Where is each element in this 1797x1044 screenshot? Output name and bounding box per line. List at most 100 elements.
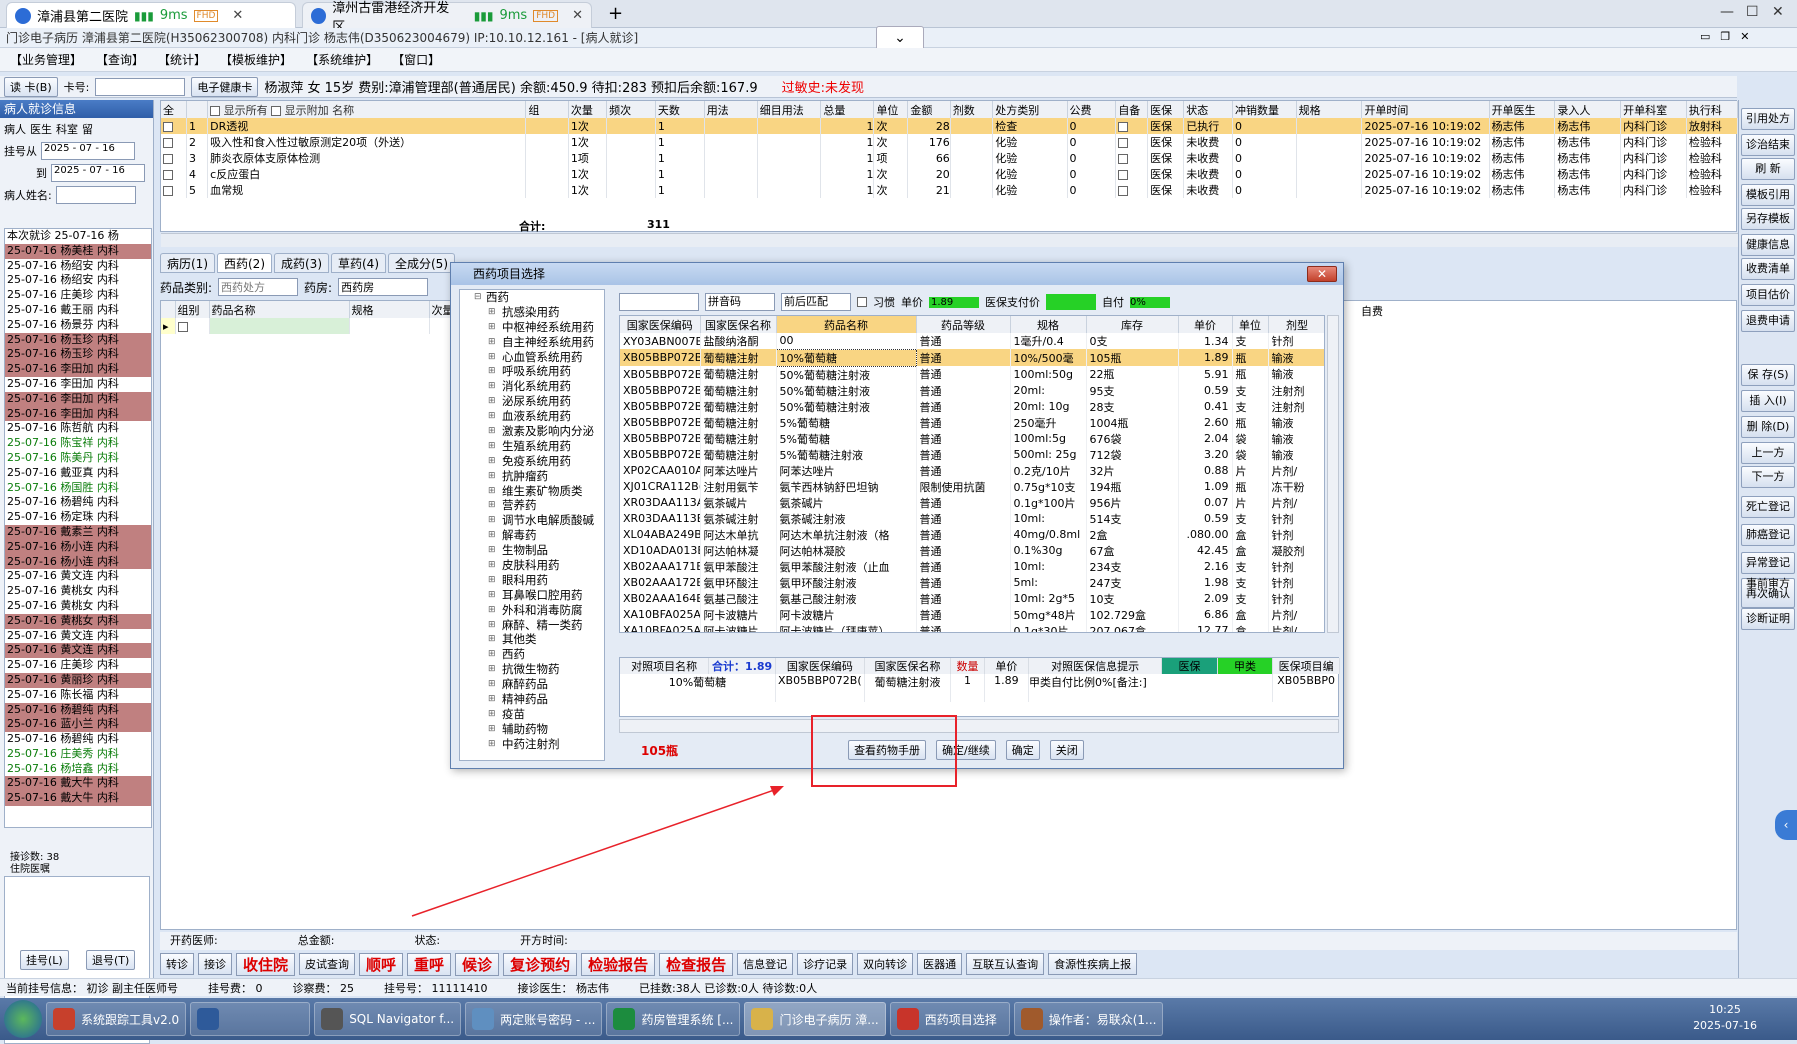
list-item[interactable]: 25-07-16 杨小连 内科 bbox=[5, 554, 151, 570]
tab-record[interactable]: 全成分(5) bbox=[388, 253, 455, 273]
drug-row[interactable]: XP02CAA010A(阿苯达唑片 阿苯达唑片 普通 0.2克/10片 32片 0.88 片… bbox=[620, 462, 1324, 479]
bottom-action-button[interactable]: 双向转诊 bbox=[857, 953, 914, 975]
horizontal-scrollbar[interactable] bbox=[161, 233, 1738, 247]
tree-node[interactable]: 中枢神经系统用药 bbox=[460, 320, 604, 335]
tree-node[interactable]: 免疫系统用药 bbox=[460, 454, 604, 469]
list-item[interactable]: 25-07-16 戴素兰 内科 bbox=[5, 524, 151, 540]
taskbar-item[interactable]: 系统跟踪工具v2.0 bbox=[46, 1002, 187, 1036]
drug-row[interactable]: XB05BBP072B(葡萄糖注射 5%葡萄糖 普通 100ml:5g 676袋 2.04… bbox=[620, 430, 1324, 447]
detail-qty[interactable]: 1 bbox=[950, 674, 985, 702]
unregister-button[interactable]: 退号(T) bbox=[86, 950, 136, 970]
table-row[interactable]: 5 血常规 1次 1 1 次 21 化验 0 医保 未收费 0 2025-07-16 10:19:02 杨… bbox=[161, 182, 1739, 198]
list-item[interactable]: 25-07-16 戴大牛 内科 bbox=[5, 776, 151, 792]
tree-node[interactable]: 疫苗 bbox=[460, 707, 604, 722]
browser-tab-1[interactable]: 漳浦县第二医院 ▮▮▮ 9ms FHD ✕ bbox=[6, 2, 296, 28]
bottom-action-button[interactable]: 候诊 bbox=[455, 952, 500, 976]
radio-keep[interactable]: 留 bbox=[82, 121, 93, 137]
list-item[interactable]: 25-07-16 杨美桂 内科 bbox=[5, 243, 151, 259]
drug-row[interactable]: XA10BFA025A(阿卡波糖片 阿卡波糖片（拜唐苹） 普通 0.1g*30片 207… bbox=[620, 622, 1324, 632]
bottom-action-button[interactable]: 重呼 bbox=[407, 952, 452, 976]
tree-node[interactable]: 精神药品 bbox=[460, 692, 604, 707]
tree-node[interactable]: 生殖系统用药 bbox=[460, 439, 604, 454]
list-item[interactable]: 25-07-16 李田加 内科 bbox=[5, 377, 151, 392]
card-input[interactable] bbox=[95, 77, 186, 96]
visit-list[interactable]: 本次就诊 25-07-16 杨 25-07-16 杨美桂 内科 25-07-16 杨… bbox=[4, 228, 152, 828]
list-item[interactable]: 25-07-16 陈宝祥 内科 bbox=[5, 436, 151, 451]
sidebar-action-button[interactable]: 上一方 bbox=[1741, 442, 1795, 464]
row-checkbox[interactable] bbox=[161, 134, 187, 150]
sidebar-action-button[interactable]: 异常登记 bbox=[1741, 552, 1795, 574]
sidebar-action-button[interactable]: 肺癌登记 bbox=[1741, 524, 1795, 546]
tree-node[interactable]: 皮肤科用药 bbox=[460, 558, 604, 573]
close-button[interactable]: 关闭 bbox=[1049, 740, 1084, 760]
list-item[interactable]: 25-07-16 杨碧纯 内科 bbox=[5, 732, 151, 747]
list-item[interactable]: 25-07-16 杨绍安 内科 bbox=[5, 273, 151, 288]
sidebar-action-button[interactable]: 项目估价 bbox=[1741, 284, 1795, 306]
list-item[interactable]: 25-07-16 黄桃女 内科 bbox=[5, 599, 151, 614]
tree-node[interactable]: 麻醉、精一类药 bbox=[460, 618, 604, 633]
list-item[interactable]: 25-07-16 杨小连 内科 bbox=[5, 539, 151, 555]
minimize-icon[interactable]: — bbox=[1720, 4, 1734, 20]
table-row[interactable]: 3 肺炎衣原体支原体检测 1项 1 1 项 66 化验 0 医保 未收费 0 2025-07-16 10… bbox=[161, 150, 1739, 166]
sidebar-action-button[interactable]: 健康信息 bbox=[1741, 234, 1795, 256]
list-item[interactable]: 25-07-16 黄桃女 内科 bbox=[5, 584, 151, 599]
sidebar-action-button[interactable]: 保 存(S) bbox=[1741, 364, 1795, 386]
drug-row[interactable]: XY03ABN007B(盐酸纳洛酮 00 普通 1毫升/0.4 0支 1.34 支针剂 bbox=[620, 333, 1324, 349]
list-item[interactable]: 25-07-16 戴亚真 内科 bbox=[5, 466, 151, 481]
bottom-action-button[interactable]: 诊疗记录 bbox=[797, 953, 854, 975]
row-checkbox[interactable] bbox=[161, 150, 187, 166]
radio-doctor[interactable]: 医生 bbox=[30, 121, 52, 137]
maximize-icon[interactable]: ☐ bbox=[1746, 4, 1759, 20]
tree-node[interactable]: 消化系统用药 bbox=[460, 379, 604, 394]
bottom-action-button[interactable]: 医器通 bbox=[917, 953, 963, 975]
list-item[interactable]: 25-07-16 黄文连 内科 bbox=[5, 569, 151, 584]
drug-column-header[interactable]: 单位 bbox=[1232, 316, 1269, 333]
row-checkbox[interactable] bbox=[161, 182, 187, 198]
list-item[interactable]: 本次就诊 25-07-16 杨 bbox=[5, 229, 151, 244]
close-tab-icon[interactable]: ✕ bbox=[232, 8, 243, 23]
drug-category-select[interactable]: 西药处方 bbox=[218, 278, 299, 296]
browser-tab-2[interactable]: 漳州古雷港经济开发区... ▮▮▮ 9ms FHD ✕ bbox=[302, 1, 592, 35]
table-row[interactable]: 2 吸入性和食入性过敏原测定20项（外送） 1次 1 1 次 176 化验 0 医保 未收费 0 202… bbox=[161, 134, 1739, 150]
bottom-action-button[interactable]: 转诊 bbox=[160, 953, 194, 975]
ehealth-card-button[interactable]: 电子健康卡 bbox=[191, 76, 259, 97]
tree-node[interactable]: 呼吸系统用药 bbox=[460, 364, 604, 379]
drug-column-header[interactable]: 药品名称 bbox=[776, 316, 917, 333]
patient-name-input[interactable] bbox=[55, 186, 136, 204]
list-item[interactable]: 25-07-16 陈长福 内科 bbox=[5, 688, 151, 703]
drug-row[interactable]: XB05BBP072B(葡萄糖注射 50%葡萄糖注射液 普通 100ml:50g 22瓶… bbox=[620, 366, 1324, 383]
drug-column-header[interactable]: 规格 bbox=[1010, 316, 1087, 333]
sidebar-action-button[interactable]: 刷 新 bbox=[1741, 158, 1795, 180]
tree-root[interactable]: 西药 bbox=[460, 290, 604, 305]
drug-row[interactable]: XA10BFA025A(阿卡波糖片 阿卡波糖片 普通 50mg*48片 102.729盒… bbox=[620, 606, 1324, 623]
new-tab-icon[interactable]: + bbox=[608, 3, 623, 24]
bottom-action-button[interactable]: 收住院 bbox=[236, 952, 296, 976]
chevron-left-icon[interactable]: ‹ bbox=[1775, 810, 1797, 840]
tree-node[interactable]: 外科和消毒防腐 bbox=[460, 603, 604, 618]
bottom-action-button[interactable]: 互联互认查询 bbox=[966, 953, 1045, 975]
list-item[interactable]: 25-07-16 杨玉珍 内科 bbox=[5, 347, 151, 363]
tree-node[interactable]: 泌尿系统用药 bbox=[460, 394, 604, 409]
drug-row[interactable]: XB05BBP072B(葡萄糖注射 50%葡萄糖注射液 普通 20ml: 10g 28支… bbox=[620, 398, 1324, 415]
drug-row[interactable]: XB05BBP072B(葡萄糖注射 5%葡萄糖注射液 普通 500ml: 25g 712… bbox=[620, 446, 1324, 463]
taskbar-item[interactable]: 药房管理系统 [... bbox=[606, 1002, 741, 1036]
dialog-horizontal-scrollbar[interactable] bbox=[619, 719, 1339, 733]
drug-column-header[interactable]: 国家医保编码 bbox=[620, 316, 701, 333]
tree-node[interactable]: 耳鼻喉口腔用药 bbox=[460, 588, 604, 603]
drug-row[interactable]: XB02AAA171B(氨甲苯酸注 氨甲苯酸注射液（止血 普通 10ml: 234支 2.… bbox=[620, 558, 1324, 575]
menu-template[interactable]: 【模板维护】 bbox=[220, 51, 292, 68]
app-close-icon[interactable]: ✕ bbox=[1740, 30, 1749, 43]
reg-to-date[interactable]: 2025 - 07 - 16 bbox=[51, 164, 145, 182]
bottom-action-button[interactable]: 检查报告 bbox=[659, 952, 734, 976]
app-restore-icon[interactable]: ❐ bbox=[1720, 30, 1730, 43]
tab-record[interactable]: 草药(4) bbox=[331, 253, 386, 273]
tree-node[interactable]: 抗肿瘤药 bbox=[460, 469, 604, 484]
drug-row[interactable]: XR03DAA113A(氨茶碱片氨茶碱片普通0.1g*100片956片0.07片… bbox=[620, 494, 1324, 511]
drug-column-header[interactable]: 库存 bbox=[1086, 316, 1179, 333]
menu-business[interactable]: 【业务管理】 bbox=[10, 51, 82, 68]
drug-row[interactable]: XB02AAA164B(氨基己酸注 氨基己酸注射液 普通 10ml: 2g*5 10支 2… bbox=[620, 590, 1324, 607]
drug-row[interactable]: XB05BBP072B(葡萄糖注射 5%葡萄糖 普通 250毫升 1004瓶 2.60 瓶输… bbox=[620, 414, 1324, 431]
drug-column-header[interactable]: 剂型 bbox=[1268, 316, 1324, 333]
bottom-action-button[interactable]: 接诊 bbox=[198, 953, 232, 975]
taskbar-item[interactable]: 操作者：易联众(1... bbox=[1013, 1002, 1164, 1036]
